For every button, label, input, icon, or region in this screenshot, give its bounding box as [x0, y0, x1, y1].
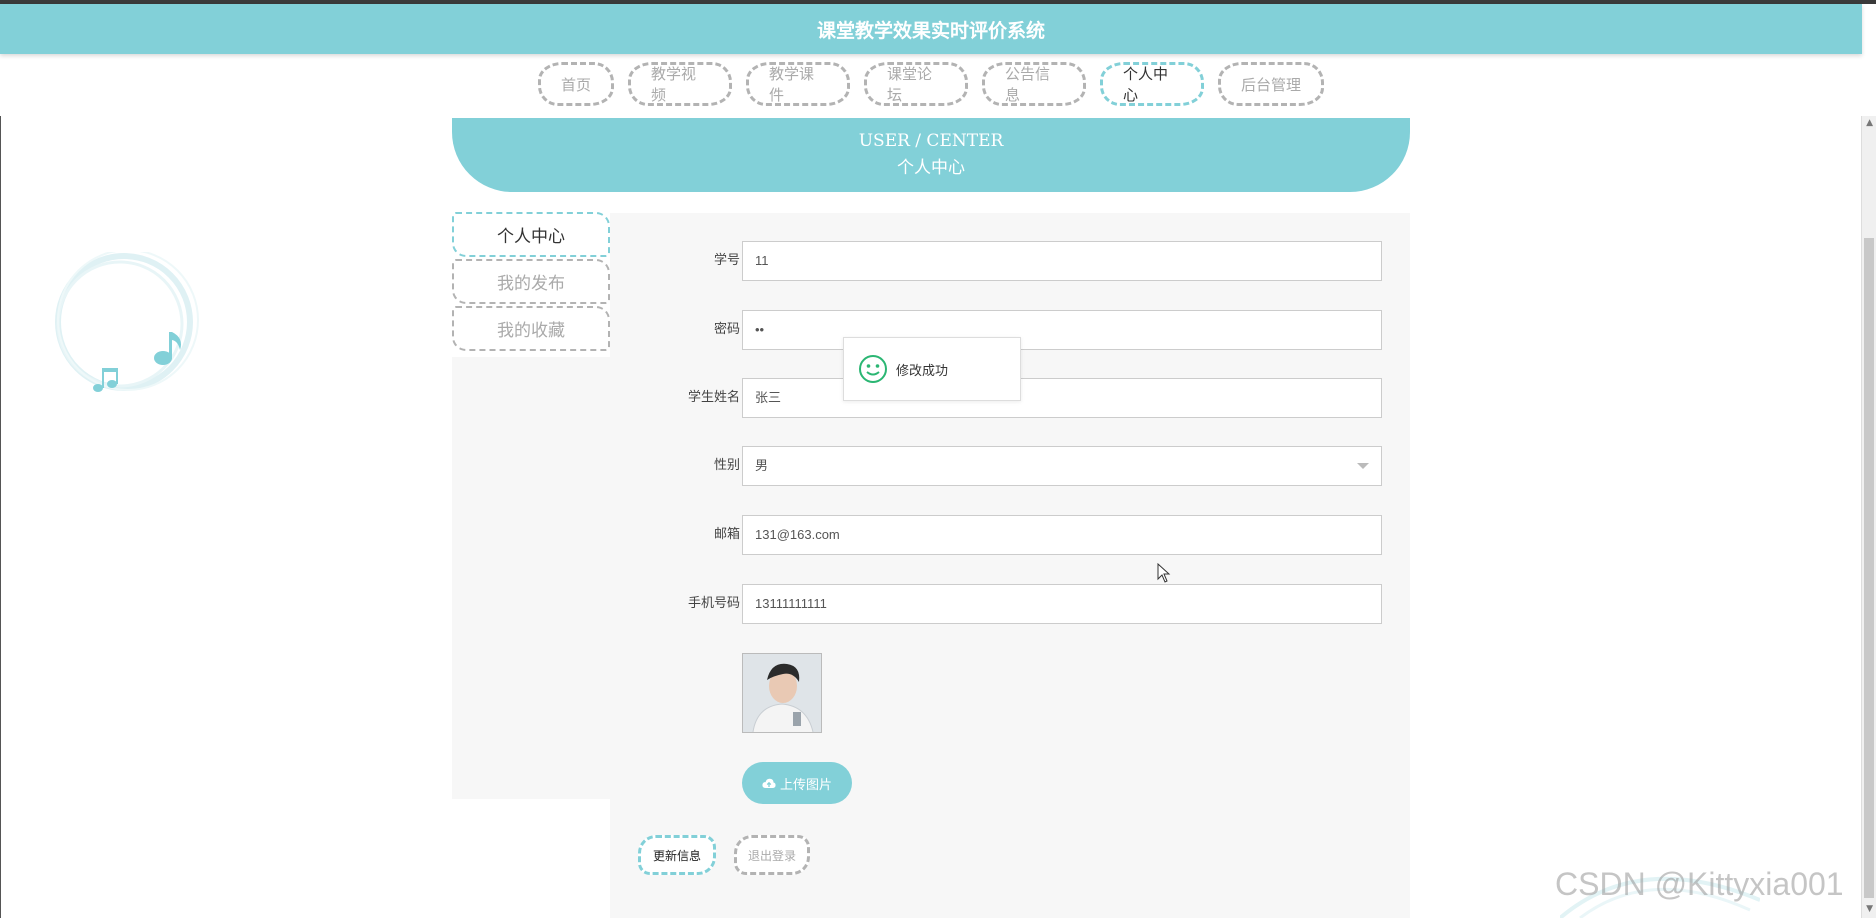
nav-item-user-center[interactable]: 个人中心	[1100, 62, 1204, 106]
form-row-student-id: 学号 11	[610, 241, 1410, 281]
scroll-up-icon[interactable]: ▲	[1866, 118, 1873, 128]
banner-title-en: USER / CENTER	[858, 131, 1004, 151]
smile-icon	[859, 355, 887, 383]
toast-message: 修改成功	[896, 363, 949, 379]
upload-image-button[interactable]: 上传图片	[742, 762, 852, 804]
student-name-input[interactable]: 张三	[742, 378, 1382, 418]
sidebar-item-user-center[interactable]: 个人中心	[452, 212, 610, 257]
mouse-cursor-icon	[1157, 563, 1171, 583]
student-id-input[interactable]: 11	[742, 241, 1382, 281]
gender-select[interactable]: 男	[742, 446, 1382, 486]
upload-image-label: 上传图片	[779, 777, 832, 793]
nav-item-announcements[interactable]: 公告信息	[982, 62, 1086, 106]
phone-input[interactable]: 13111111111	[742, 584, 1382, 624]
phone-label: 手机号码	[687, 596, 740, 611]
password-label: 密码	[713, 322, 740, 337]
email-input[interactable]: 131@163.com	[742, 515, 1382, 555]
scrollbar-thumb[interactable]	[1864, 238, 1874, 898]
music-circle-decoration-icon	[55, 252, 199, 392]
student-id-label: 学号	[713, 253, 740, 268]
success-toast: 修改成功	[843, 337, 1021, 401]
page-left-border	[0, 116, 1, 918]
site-header: 课堂教学效果实时评价系统	[0, 4, 1862, 54]
student-name-label: 学生姓名	[687, 390, 740, 405]
gender-selected-value: 男	[755, 458, 769, 473]
password-input[interactable]: ••	[742, 310, 1382, 350]
user-center-banner: USER / CENTER 个人中心	[452, 118, 1410, 192]
nav-item-admin[interactable]: 后台管理	[1218, 62, 1324, 106]
form-row-gender: 性别 男	[610, 446, 1410, 486]
logout-button[interactable]: 退出登录	[734, 835, 810, 875]
scroll-down-icon[interactable]: ▼	[1866, 904, 1873, 914]
cloud-upload-icon	[762, 778, 776, 788]
avatar	[742, 653, 822, 733]
site-title: 课堂教学效果实时评价系统	[816, 19, 1045, 42]
nav-item-teaching-videos[interactable]: 教学视频	[628, 62, 732, 106]
main-nav: 首页 教学视频 教学课件 课堂论坛 公告信息 个人中心 后台管理	[0, 62, 1862, 106]
form-row-phone: 手机号码 13111111111	[610, 584, 1410, 624]
email-label: 邮箱	[713, 527, 740, 542]
avatar-photo-icon	[743, 654, 821, 732]
nav-item-forum[interactable]: 课堂论坛	[864, 62, 968, 106]
update-info-button[interactable]: 更新信息	[638, 835, 716, 875]
sidebar-item-my-favorites[interactable]: 我的收藏	[452, 306, 610, 351]
sidebar-background	[452, 357, 610, 799]
chevron-down-icon	[1357, 463, 1369, 469]
form-row-email: 邮箱 131@163.com	[610, 515, 1410, 555]
user-sidebar: 个人中心 我的发布 我的收藏	[452, 212, 610, 353]
nav-item-courseware[interactable]: 教学课件	[746, 62, 850, 106]
banner-title-cn: 个人中心	[897, 158, 965, 178]
gender-label: 性别	[713, 458, 740, 473]
profile-form-panel: 学号 11 密码 •• 学生姓名 张三 性别 男 邮箱 131@163.com …	[610, 213, 1410, 918]
csdn-watermark: CSDN @Kittyxia001	[1555, 866, 1844, 902]
nav-item-home[interactable]: 首页	[538, 62, 614, 106]
sidebar-item-my-posts[interactable]: 我的发布	[452, 259, 610, 304]
